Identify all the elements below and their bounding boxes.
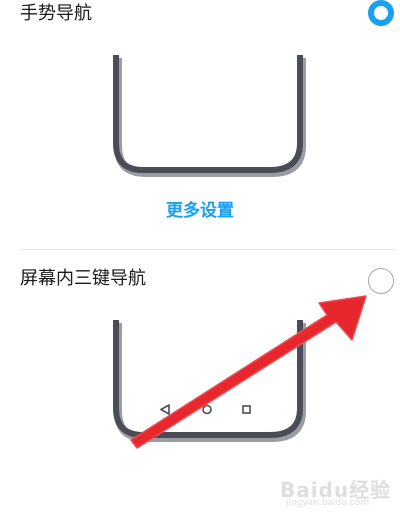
divider [20, 249, 394, 250]
gesture-navigation-radio[interactable] [368, 0, 394, 26]
three-key-navigation-radio[interactable] [368, 268, 394, 294]
more-settings-link[interactable]: 更多设置 [0, 199, 400, 223]
home-circle-icon [202, 404, 212, 415]
recent-square-icon [242, 405, 251, 414]
back-triangle-icon [160, 404, 170, 415]
three-key-navigation-phone-illustration [113, 320, 306, 442]
option-three-key-navigation-label: 屏幕内三键导航 [20, 268, 146, 289]
option-gesture-navigation-label: 手势导航 [20, 3, 92, 24]
gesture-navigation-phone-illustration [113, 55, 306, 177]
baidu-watermark-url: jingyan.baidu.com [286, 498, 370, 508]
